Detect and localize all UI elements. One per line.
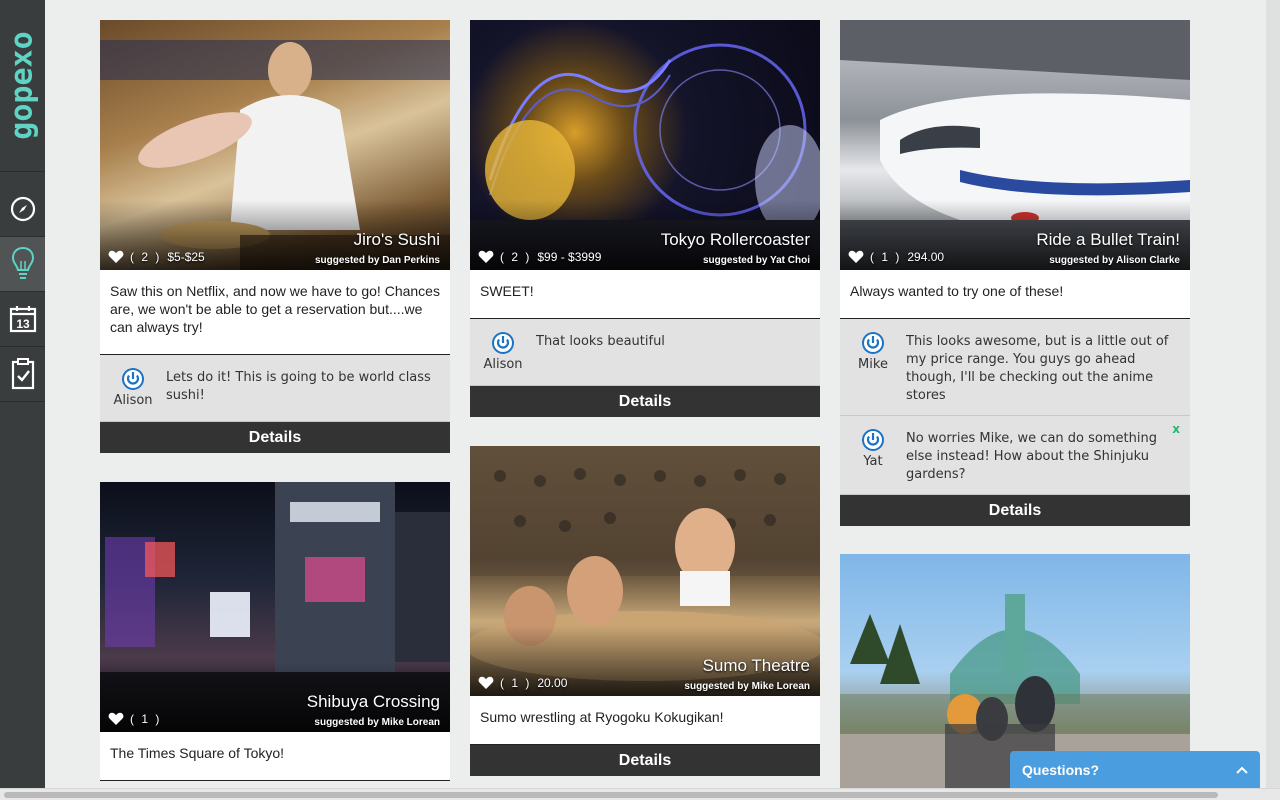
comment: Mike This looks awesome, but is a little… bbox=[840, 319, 1190, 416]
questions-widget[interactable]: Questions? bbox=[1010, 751, 1260, 789]
comment-author: Mike bbox=[858, 357, 888, 372]
details-button[interactable]: Details bbox=[470, 745, 820, 776]
lightbulb-icon bbox=[11, 246, 34, 279]
card-meta: ( 1 ) bbox=[108, 712, 161, 726]
power-icon bbox=[862, 429, 884, 451]
card-title: Tokyo Rollercoaster bbox=[660, 230, 810, 249]
card-title: Sumo Theatre bbox=[702, 656, 810, 675]
price-range: $5-$25 bbox=[167, 250, 205, 264]
suggested-by: suggested by Mike Lorean bbox=[314, 717, 440, 728]
horizontal-scrollbar[interactable] bbox=[0, 788, 1280, 800]
power-icon bbox=[862, 332, 884, 354]
card-description: The Times Square of Tokyo! bbox=[100, 732, 450, 781]
like-count: ( 1 ) bbox=[130, 712, 162, 726]
price-range: 294.00 bbox=[907, 250, 945, 264]
idea-card: ( 1 ) 294.00 Ride a Bullet Train! sugges… bbox=[840, 20, 1190, 526]
card-meta: ( 2 ) $99 - $3999 bbox=[478, 250, 601, 264]
calendar-icon: 13 bbox=[9, 306, 36, 333]
comment: Yat No worries Mike, we can do something… bbox=[840, 416, 1190, 495]
heart-icon[interactable] bbox=[108, 250, 124, 264]
avatar: Yat bbox=[850, 428, 896, 469]
details-button[interactable]: Details bbox=[840, 495, 1190, 526]
chevron-up-icon bbox=[1236, 766, 1248, 774]
card-description: Saw this on Netflix, and now we have to … bbox=[100, 270, 450, 355]
comment-text: That looks beautiful bbox=[536, 334, 665, 349]
heart-icon[interactable] bbox=[478, 676, 494, 690]
heart-icon[interactable] bbox=[848, 250, 864, 264]
card-description: SWEET! bbox=[470, 270, 820, 319]
card-meta: ( 2 ) $5-$25 bbox=[108, 250, 205, 264]
nav-explore[interactable] bbox=[0, 182, 45, 237]
comment-text: Lets do it! This is going to be world cl… bbox=[166, 370, 431, 403]
idea-card: ( 1 ) Shibuya Crossing suggested by Mike… bbox=[100, 482, 450, 781]
clipboard-check-icon bbox=[11, 358, 34, 390]
avatar: Alison bbox=[480, 331, 526, 372]
card-title: Shibuya Crossing bbox=[306, 692, 440, 711]
like-count: ( 2 ) bbox=[500, 250, 532, 264]
idea-card: ( 1 ) 20.00 Sumo Theatre suggested by Mi… bbox=[470, 446, 820, 776]
sidebar: gopexo 13 bbox=[0, 0, 45, 800]
card-title: Jiro's Sushi bbox=[353, 230, 440, 249]
idea-card: ( 2 ) $99 - $3999 Tokyo Rollercoaster su… bbox=[470, 20, 820, 417]
suggested-by: suggested by Yat Choi bbox=[702, 255, 810, 266]
nav-checklist[interactable] bbox=[0, 347, 45, 402]
comment-author: Yat bbox=[863, 454, 883, 469]
page-gutter bbox=[1266, 0, 1280, 788]
comment-author: Alison bbox=[483, 357, 523, 372]
questions-label: Questions? bbox=[1022, 762, 1100, 778]
comment-text: This looks awesome, but is a little out … bbox=[906, 334, 1169, 403]
compass-icon bbox=[10, 196, 35, 222]
svg-text:13: 13 bbox=[16, 317, 30, 331]
suggested-by: suggested by Alison Clarke bbox=[1049, 255, 1180, 266]
logo[interactable]: gopexo bbox=[0, 0, 45, 172]
price-range: 20.00 bbox=[537, 676, 568, 690]
card-title: Ride a Bullet Train! bbox=[1036, 230, 1180, 249]
avatar: Alison bbox=[110, 367, 156, 408]
delete-comment-icon[interactable]: x bbox=[1172, 422, 1180, 436]
heart-icon[interactable] bbox=[478, 250, 494, 264]
card-photo[interactable]: ( 2 ) $99 - $3999 Tokyo Rollercoaster su… bbox=[470, 20, 820, 270]
card-photo[interactable]: ( 1 ) 20.00 Sumo Theatre suggested by Mi… bbox=[470, 446, 820, 696]
card-photo[interactable]: ( 1 ) 294.00 Ride a Bullet Train! sugges… bbox=[840, 20, 1190, 270]
like-count: ( 1 ) bbox=[870, 250, 902, 264]
idea-card: ( 2 ) $5-$25 Jiro's Sushi suggested by D… bbox=[100, 20, 450, 453]
heart-icon[interactable] bbox=[108, 712, 124, 726]
comment: Alison Lets do it! This is going to be w… bbox=[100, 355, 450, 422]
card-photo[interactable]: ( 2 ) $5-$25 Jiro's Sushi suggested by D… bbox=[100, 20, 450, 270]
comment: Alison That looks beautiful bbox=[470, 319, 820, 386]
power-icon bbox=[492, 332, 514, 354]
card-description: Sumo wrestling at Ryogoku Kokugikan! bbox=[470, 696, 820, 745]
nav-calendar[interactable]: 13 bbox=[0, 292, 45, 347]
comment-author: Alison bbox=[113, 393, 153, 408]
suggested-by: suggested by Mike Lorean bbox=[684, 681, 810, 692]
scrollbar-thumb[interactable] bbox=[4, 792, 1218, 798]
suggested-by: suggested by Dan Perkins bbox=[314, 255, 440, 266]
details-button[interactable]: Details bbox=[470, 386, 820, 417]
avatar: Mike bbox=[850, 331, 896, 372]
logo-text: gopexo bbox=[5, 31, 40, 140]
like-count: ( 1 ) bbox=[500, 676, 532, 690]
card-meta: ( 1 ) 20.00 bbox=[478, 676, 567, 690]
card-meta: ( 1 ) 294.00 bbox=[848, 250, 944, 264]
nav-ideas[interactable] bbox=[0, 237, 45, 292]
card-photo[interactable]: ( 1 ) Shibuya Crossing suggested by Mike… bbox=[100, 482, 450, 732]
power-icon bbox=[122, 368, 144, 390]
like-count: ( 2 ) bbox=[130, 250, 162, 264]
card-description: Always wanted to try one of these! bbox=[840, 270, 1190, 319]
details-button[interactable]: Details bbox=[100, 422, 450, 453]
comment-text: No worries Mike, we can do something els… bbox=[906, 431, 1157, 482]
price-range: $99 - $3999 bbox=[537, 250, 602, 264]
